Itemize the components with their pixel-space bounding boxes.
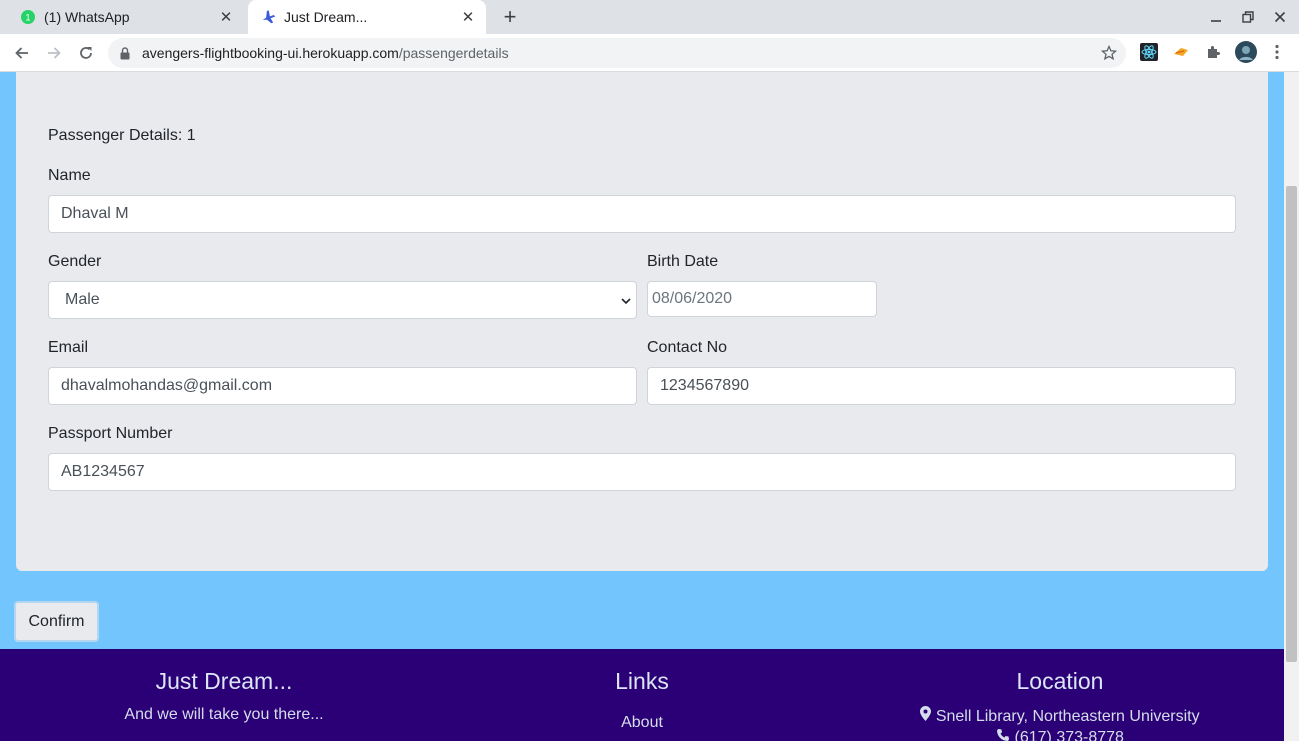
birth-date-label: Birth Date [647, 253, 719, 270]
footer-links-title: Links [615, 668, 669, 694]
restore-icon[interactable] [1238, 7, 1258, 27]
form-heading: Passenger Details: 1 [48, 127, 196, 144]
address-bar[interactable]: avengers-flightbooking-ui.herokuapp.com /… [108, 38, 1126, 68]
svg-text:1: 1 [25, 13, 30, 23]
map-pin-icon [920, 706, 932, 725]
name-label: Name [48, 167, 91, 184]
phone-icon [996, 729, 1010, 741]
footer-phone: (617) 373-8778 [860, 728, 1260, 741]
close-icon[interactable]: ✕ [218, 9, 234, 26]
tab-whatsapp[interactable]: 1 (1) WhatsApp ✕ [8, 0, 244, 34]
tab-title: Just Dream... [284, 9, 368, 25]
footer-brand-title: Just Dream... [155, 668, 293, 694]
reload-icon[interactable] [74, 41, 98, 65]
tab-just-dream[interactable]: Just Dream... ✕ [248, 0, 486, 34]
passport-label: Passport Number [48, 425, 173, 442]
url-host: avengers-flightbooking-ui.herokuapp.com [142, 45, 399, 61]
lock-icon [120, 46, 134, 60]
gender-selected-value: Male [65, 291, 100, 308]
scrollbar-thumb[interactable] [1286, 186, 1297, 662]
contact-input[interactable]: 1234567890 [647, 367, 1236, 405]
minimize-icon[interactable] [1206, 7, 1226, 27]
email-input[interactable]: dhavalmohandas@gmail.com [48, 367, 637, 405]
browser-tab-strip: 1 (1) WhatsApp ✕ Just Dream... ✕ + [0, 0, 1299, 34]
page-viewport: Passenger Details: 1 Name Dhaval M Gende… [0, 72, 1284, 741]
gender-label: Gender [48, 253, 102, 270]
footer: Just Dream... And we will take you there… [0, 649, 1284, 741]
gender-select[interactable]: Male [48, 281, 637, 319]
footer-address: Snell Library, Northeastern University [860, 706, 1260, 726]
url-path: /passengerdetails [398, 45, 509, 61]
profile-avatar-icon[interactable] [1235, 41, 1257, 63]
birth-date-input[interactable]: 08/06/2020 [647, 281, 877, 317]
chevron-down-icon [620, 294, 632, 306]
menu-kebab-icon[interactable] [1267, 42, 1287, 62]
close-icon[interactable]: ✕ [460, 9, 476, 26]
tab-title: (1) WhatsApp [44, 9, 130, 25]
contact-label: Contact No [647, 339, 728, 356]
passport-input[interactable]: AB1234567 [48, 453, 1236, 491]
footer-link-about[interactable]: About [492, 714, 792, 732]
footer-phone-text: (617) 373-8778 [1014, 729, 1124, 741]
browser-toolbar: avengers-flightbooking-ui.herokuapp.com /… [0, 34, 1299, 72]
react-devtools-icon[interactable] [1139, 42, 1159, 62]
puzzle-icon[interactable] [1203, 42, 1223, 62]
new-tab-button[interactable]: + [498, 4, 522, 29]
forward-icon[interactable] [42, 41, 66, 65]
footer-address-text: Snell Library, Northeastern University [935, 708, 1200, 725]
email-label: Email [48, 339, 89, 356]
extension-icon[interactable] [1171, 42, 1191, 62]
footer-tagline: And we will take you there... [124, 706, 324, 723]
airplane-icon [260, 9, 276, 25]
whatsapp-icon: 1 [20, 9, 36, 25]
confirm-button[interactable]: Confirm [14, 601, 99, 642]
window-close-icon[interactable] [1270, 7, 1290, 27]
name-input[interactable]: Dhaval M [48, 195, 1236, 233]
passenger-form-card: Passenger Details: 1 Name Dhaval M Gende… [16, 72, 1268, 571]
footer-location-title: Location [1016, 668, 1104, 694]
bookmark-star-icon[interactable] [1100, 44, 1118, 62]
back-icon[interactable] [10, 41, 34, 65]
